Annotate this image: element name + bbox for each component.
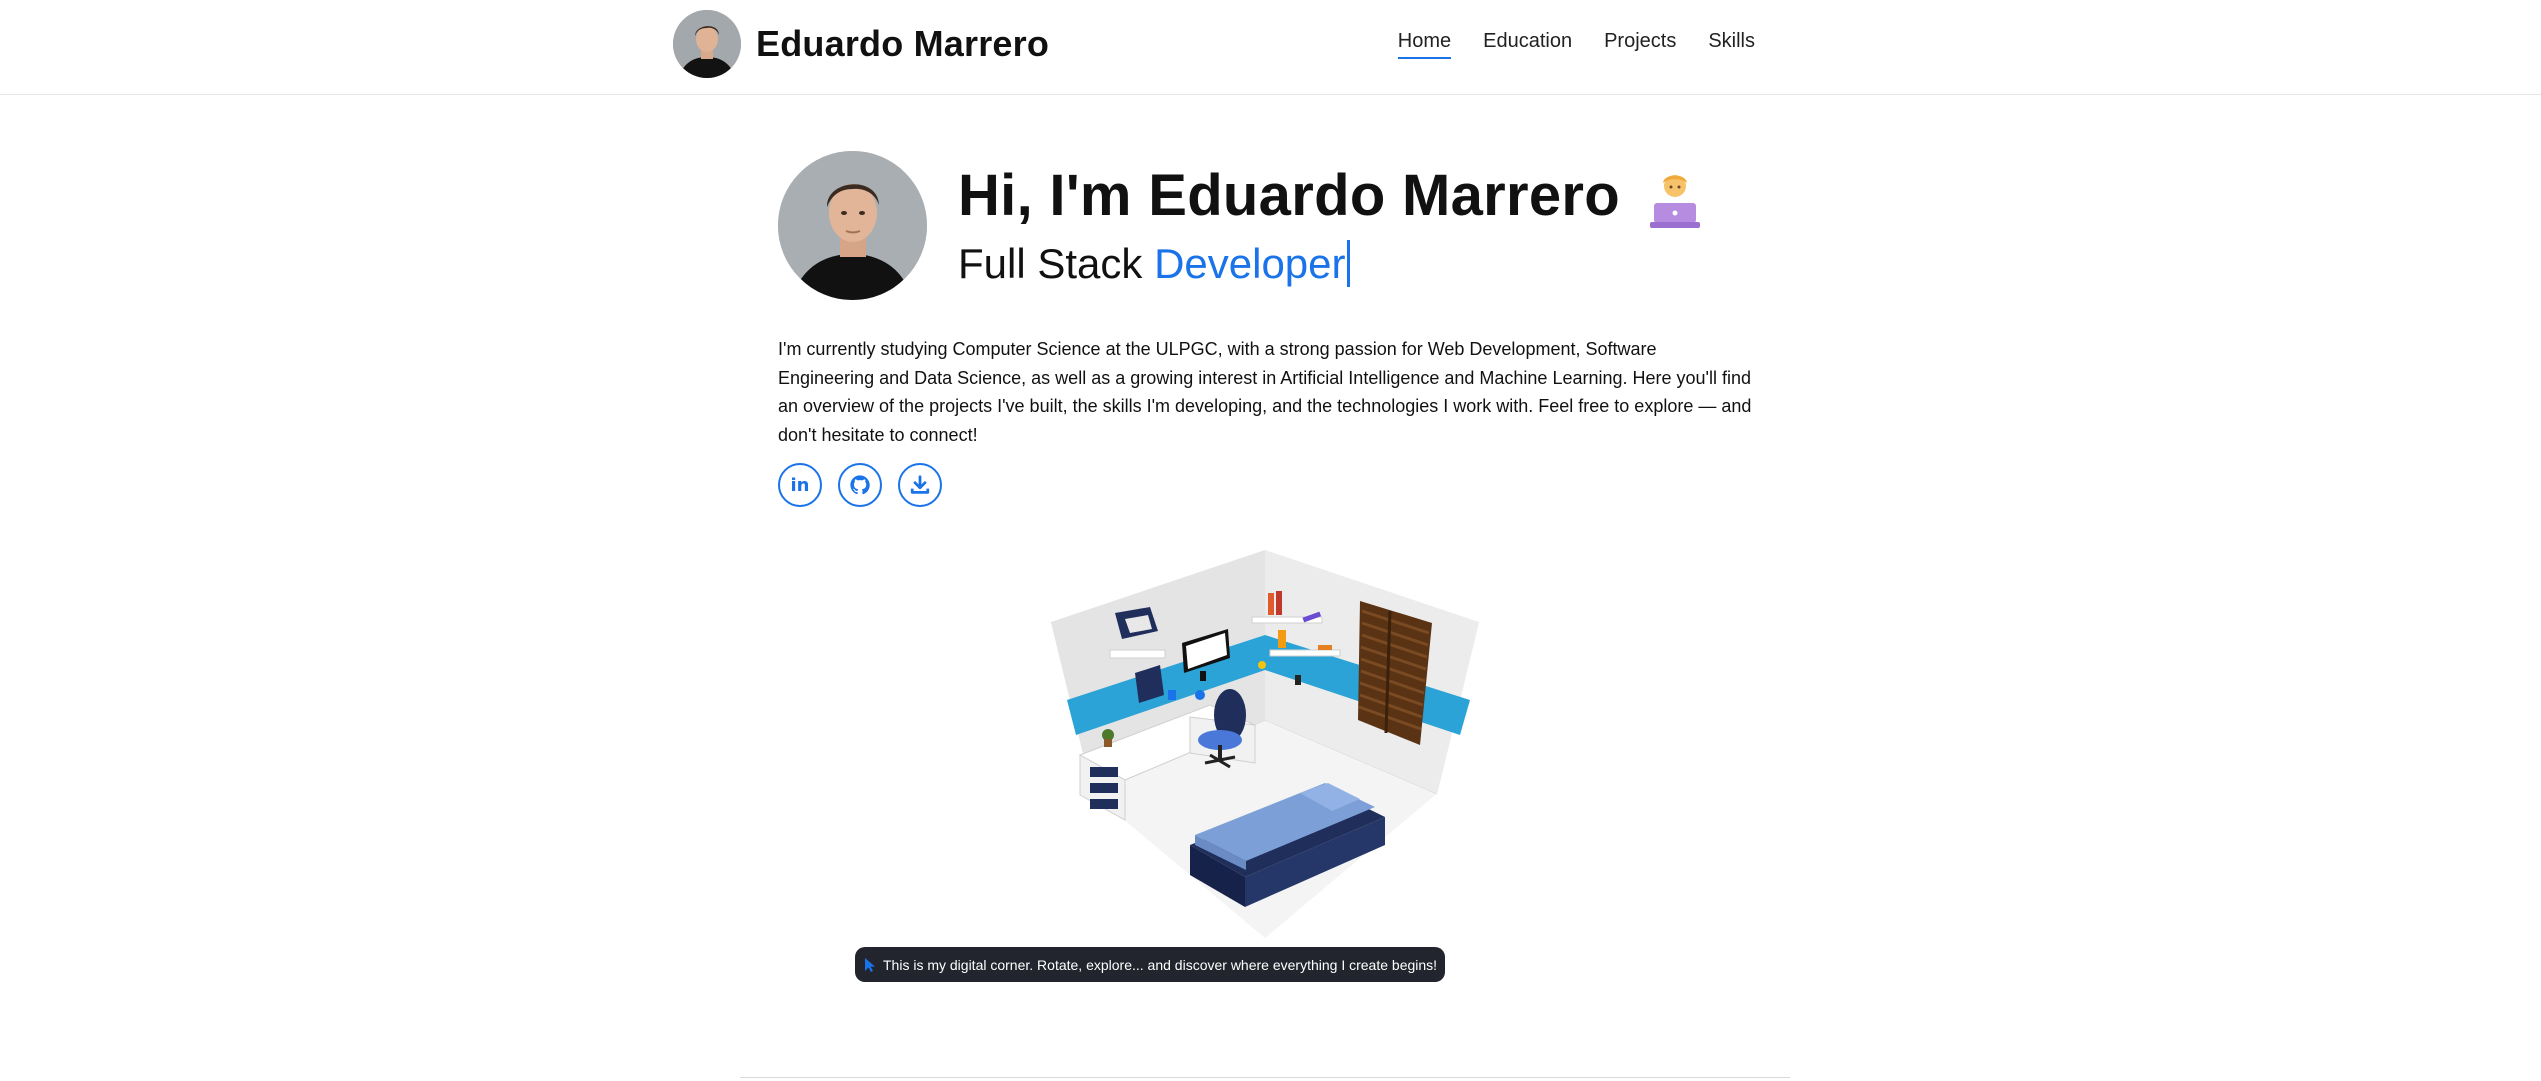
room-caption-text: This is my digital corner. Rotate, explo…: [883, 956, 1438, 973]
room-illustration: [1045, 550, 1485, 946]
nav-skills[interactable]: Skills: [1708, 30, 1755, 59]
subtitle-accent: Developer: [1154, 240, 1350, 287]
github-button[interactable]: [838, 463, 882, 507]
brand-name: Eduardo Marrero: [756, 23, 1050, 64]
intro-paragraph: I'm currently studying Computer Science …: [778, 339, 1752, 445]
room-caption: This is my digital corner. Rotate, explo…: [855, 947, 1446, 982]
download-cv-button[interactable]: [898, 463, 942, 507]
brand[interactable]: Eduardo Marrero: [673, 10, 1049, 78]
social-links: in: [778, 463, 942, 507]
main-nav: Home Education Projects Skills: [1366, 30, 1755, 59]
hero-title-text: Hi, I'm Eduardo Marrero: [958, 163, 1621, 228]
linkedin-button[interactable]: in: [778, 463, 822, 507]
hero-subtitle: Full Stack Developer: [958, 240, 1350, 288]
technologist-icon: [1646, 169, 1704, 231]
download-icon: [910, 475, 930, 494]
github-icon: [850, 475, 870, 495]
avatar: [673, 10, 741, 78]
isometric-room-scene[interactable]: [1040, 545, 1490, 946]
hero-title: Hi, I'm Eduardo Marrero: [958, 162, 1704, 231]
subtitle-prefix: Full Stack: [958, 240, 1143, 287]
profile-photo: [778, 151, 927, 300]
nav-home[interactable]: Home: [1397, 30, 1452, 59]
top-navbar: Eduardo Marrero Home Education Projects …: [0, 0, 2541, 95]
cursor-icon: [863, 957, 877, 973]
nav-projects[interactable]: Projects: [1604, 30, 1676, 59]
nav-education[interactable]: Education: [1483, 30, 1572, 59]
linkedin-icon: in: [790, 474, 810, 496]
section-divider: [740, 1077, 1790, 1078]
